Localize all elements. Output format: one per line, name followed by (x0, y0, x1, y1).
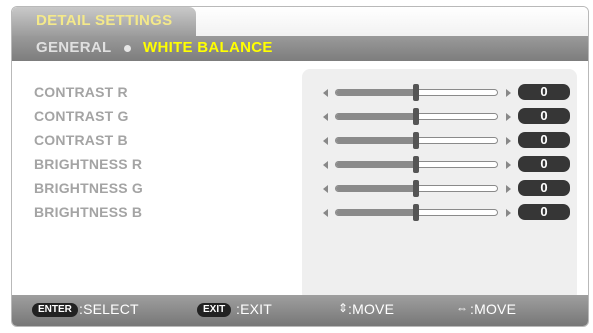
menu-tab-label: DETAIL SETTINGS (36, 12, 173, 29)
decrease-arrow-icon[interactable] (323, 89, 328, 97)
decrease-arrow-icon[interactable] (323, 113, 328, 121)
increase-arrow-icon[interactable] (506, 137, 511, 145)
footer-move-label-horizontal: :MOVE (470, 301, 517, 317)
tab-general[interactable]: GENERAL (36, 39, 111, 56)
slider-fill (336, 138, 417, 143)
setting-label: CONTRAST B (34, 132, 128, 148)
subtab-bar: GENERAL WHITE BALANCE (12, 36, 588, 61)
setting-value: 0 (518, 180, 570, 196)
setting-row-brightness-r[interactable]: BRIGHTNESS R 0 (12, 154, 588, 177)
slider-fill (336, 114, 417, 119)
increase-arrow-icon[interactable] (506, 209, 511, 217)
footer-help-bar: ENTER :SELECT EXIT :EXIT ⇕ :MOVE ⇔ :MOVE (12, 295, 588, 326)
slider-fill (336, 186, 417, 191)
footer-select-label: :SELECT (79, 301, 139, 317)
footer-move-label-vertical: :MOVE (348, 301, 395, 317)
decrease-arrow-icon[interactable] (323, 185, 328, 193)
setting-row-brightness-b[interactable]: BRIGHTNESS B 0 (12, 202, 588, 225)
setting-row-brightness-g[interactable]: BRIGHTNESS G 0 (12, 178, 588, 201)
increase-arrow-icon[interactable] (506, 89, 511, 97)
setting-label: CONTRAST G (34, 108, 129, 124)
increase-arrow-icon[interactable] (506, 113, 511, 121)
menu-tab-detail-settings[interactable]: DETAIL SETTINGS (12, 7, 196, 37)
settings-content: CONTRAST R 0 CONTRAST G 0 CONTRAST B 0 B… (12, 61, 588, 301)
increase-arrow-icon[interactable] (506, 185, 511, 193)
setting-value: 0 (518, 132, 570, 148)
slider-thumb[interactable] (412, 84, 419, 101)
tab-separator-dot (124, 45, 131, 52)
setting-label: BRIGHTNESS B (34, 204, 143, 220)
left-right-arrows-icon: ⇔ (456, 301, 468, 315)
setting-row-contrast-g[interactable]: CONTRAST G 0 (12, 106, 588, 129)
increase-arrow-icon[interactable] (506, 161, 511, 169)
slider-fill (336, 210, 417, 215)
exit-key-icon: EXIT (197, 303, 232, 317)
slider-thumb[interactable] (412, 108, 419, 125)
up-down-arrows-icon: ⇕ (338, 301, 349, 315)
setting-row-contrast-b[interactable]: CONTRAST B 0 (12, 130, 588, 153)
decrease-arrow-icon[interactable] (323, 137, 328, 145)
setting-label: BRIGHTNESS R (34, 156, 143, 172)
slider-thumb[interactable] (412, 204, 419, 221)
setting-value: 0 (518, 156, 570, 172)
slider-thumb[interactable] (412, 156, 419, 173)
slider-fill (336, 162, 417, 167)
setting-value: 0 (518, 108, 570, 124)
enter-key-icon: ENTER (32, 303, 78, 317)
setting-value: 0 (518, 84, 570, 100)
setting-label: BRIGHTNESS G (34, 180, 143, 196)
slider-fill (336, 90, 417, 95)
slider-thumb[interactable] (412, 132, 419, 149)
setting-label: CONTRAST R (34, 84, 128, 100)
tab-white-balance[interactable]: WHITE BALANCE (143, 39, 273, 56)
decrease-arrow-icon[interactable] (323, 161, 328, 169)
decrease-arrow-icon[interactable] (323, 209, 328, 217)
setting-value: 0 (518, 204, 570, 220)
slider-thumb[interactable] (412, 180, 419, 197)
setting-row-contrast-r[interactable]: CONTRAST R 0 (12, 82, 588, 105)
detail-settings-window: DETAIL SETTINGS GENERAL WHITE BALANCE CO… (11, 6, 589, 327)
footer-exit-label: :EXIT (236, 301, 273, 317)
